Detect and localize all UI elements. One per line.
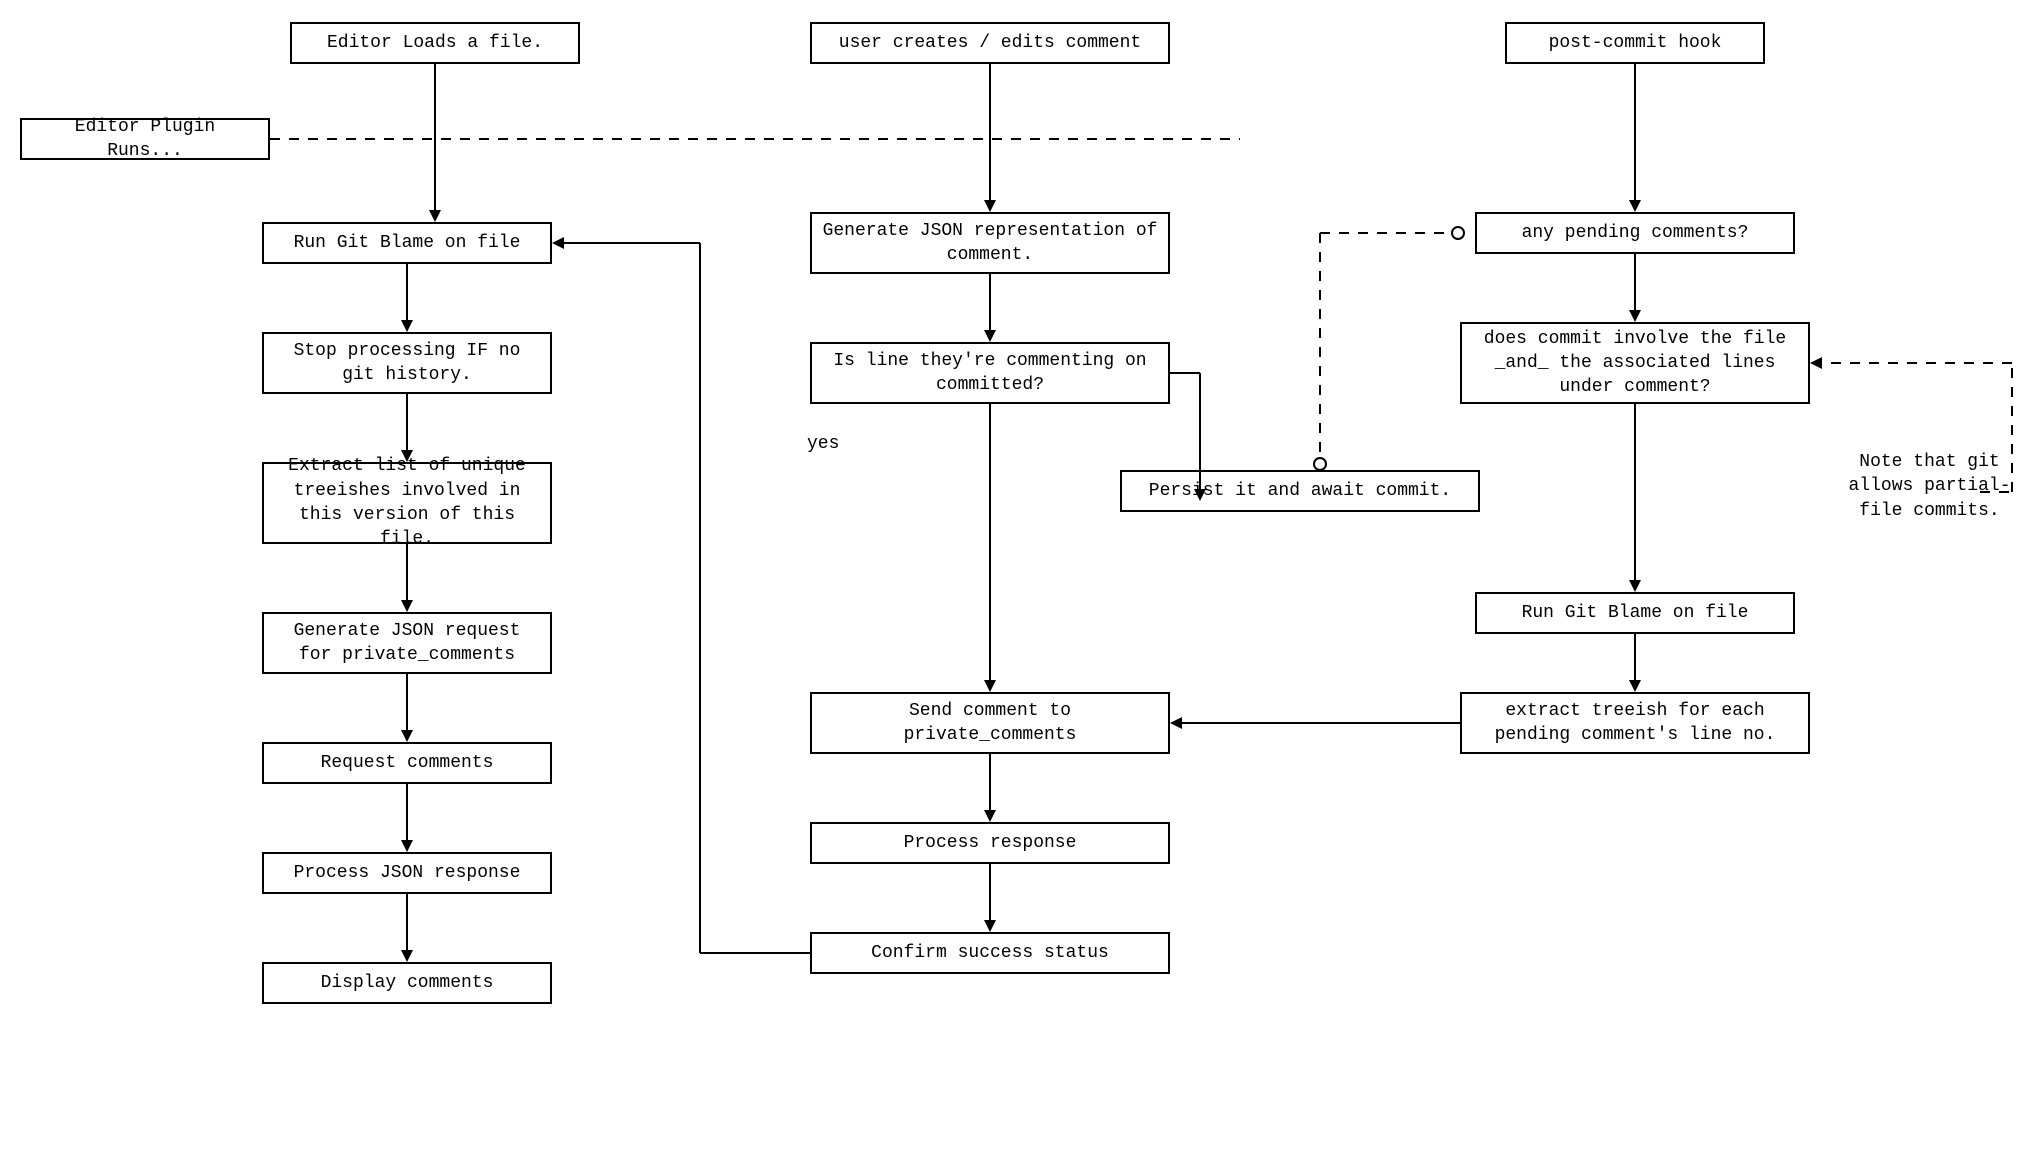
flowchart-diagram: Editor Plugin Runs... Editor Loads a fil…: [0, 0, 2032, 1172]
connectors-svg: [0, 0, 2032, 1172]
